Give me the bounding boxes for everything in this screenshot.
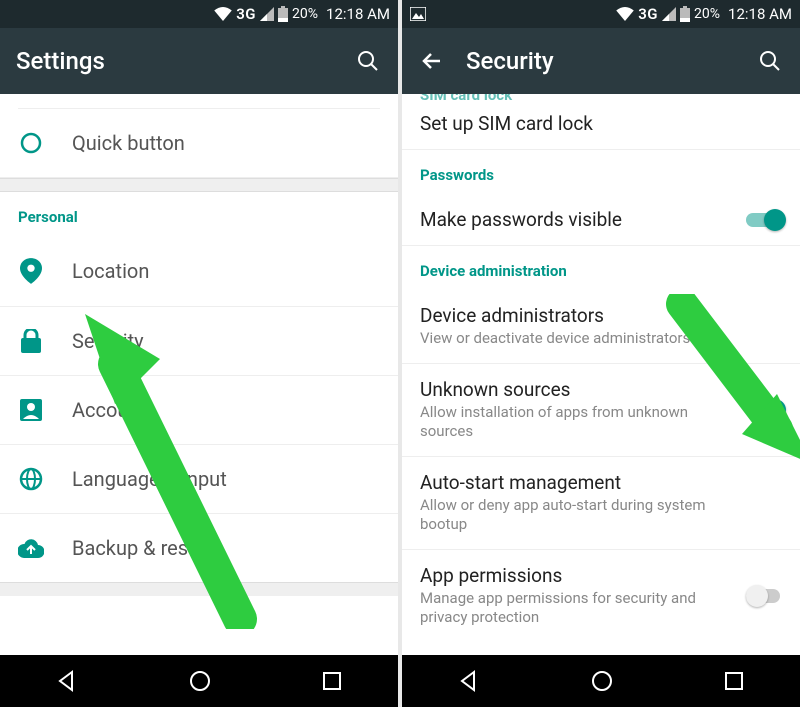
toggle-passwords-visible[interactable] xyxy=(746,209,786,231)
lock-icon xyxy=(18,329,44,353)
picture-icon xyxy=(410,7,426,21)
row-sim-setup[interactable]: Set up SIM card lock xyxy=(402,94,800,150)
search-icon[interactable] xyxy=(354,47,382,75)
quick-button-icon xyxy=(18,131,44,155)
row-label: Language & input xyxy=(72,467,227,491)
battery-icon xyxy=(680,6,690,22)
row-subtitle: Allow installation of apps from unknown … xyxy=(420,403,782,442)
row-title: Set up SIM card lock xyxy=(420,112,782,135)
status-bar: 3G 20% 12:18 AM xyxy=(402,0,800,28)
row-title: Auto-start management xyxy=(420,471,782,494)
row-subtitle: View or deactivate device administrators xyxy=(420,329,782,349)
network-type: 3G xyxy=(638,5,658,23)
row-label: Accounts xyxy=(72,398,156,422)
battery-icon xyxy=(278,6,288,22)
row-security[interactable]: Security xyxy=(0,307,398,376)
back-nav-icon[interactable] xyxy=(56,670,78,692)
row-label: Quick button xyxy=(72,131,185,155)
status-bar: 3G 20% 12:18 AM xyxy=(0,0,398,28)
app-bar: Settings xyxy=(0,28,398,94)
settings-list[interactable]: Quick button Personal Location Security … xyxy=(0,94,398,655)
page-title: Settings xyxy=(16,47,334,75)
security-list[interactable]: SIM card lock Set up SIM card lock Passw… xyxy=(402,94,800,655)
clock: 12:18 AM xyxy=(728,5,792,23)
recent-nav-icon[interactable] xyxy=(322,671,342,691)
search-icon[interactable] xyxy=(756,47,784,75)
recent-nav-icon[interactable] xyxy=(724,671,744,691)
back-icon[interactable] xyxy=(418,47,446,75)
row-subtitle: Allow or deny app auto-start during syst… xyxy=(420,496,782,535)
signal-icon xyxy=(260,7,274,21)
row-device-admins[interactable]: Device administrators View or deactivate… xyxy=(402,290,800,364)
row-app-permissions[interactable]: App permissions Manage app permissions f… xyxy=(402,550,800,642)
row-backup[interactable]: Backup & reset xyxy=(0,514,398,582)
row-title: Device administrators xyxy=(420,304,782,327)
accounts-icon xyxy=(18,399,44,421)
row-quick-button[interactable]: Quick button xyxy=(0,109,398,178)
row-unknown-sources[interactable]: Unknown sources Allow installation of ap… xyxy=(402,364,800,457)
row-label: Backup & reset xyxy=(72,536,205,560)
security-screen: 3G 20% 12:18 AM Security SIM card lock S… xyxy=(402,0,800,707)
section-passwords: Passwords xyxy=(402,150,800,194)
nav-bar xyxy=(402,655,800,707)
home-nav-icon[interactable] xyxy=(189,670,211,692)
signal-icon xyxy=(662,7,676,21)
home-nav-icon[interactable] xyxy=(591,670,613,692)
globe-icon xyxy=(18,467,44,491)
section-personal: Personal xyxy=(0,192,398,236)
page-title: Security xyxy=(466,47,736,75)
clock: 12:18 AM xyxy=(326,5,390,23)
backup-icon xyxy=(18,538,44,558)
network-type: 3G xyxy=(236,5,256,23)
location-icon xyxy=(18,258,44,284)
wifi-icon xyxy=(616,7,634,21)
section-device-admin: Device administration xyxy=(402,246,800,290)
row-passwords-visible[interactable]: Make passwords visible xyxy=(402,194,800,246)
row-language[interactable]: Language & input xyxy=(0,445,398,514)
row-title: Make passwords visible xyxy=(420,208,782,231)
row-accounts[interactable]: Accounts xyxy=(0,376,398,445)
settings-screen: 3G 20% 12:18 AM Settings Quick button Pe… xyxy=(0,0,398,707)
toggle-unknown-sources[interactable] xyxy=(746,399,786,421)
toggle-app-permissions[interactable] xyxy=(746,585,786,607)
battery-percent: 20% xyxy=(694,6,720,22)
wifi-icon xyxy=(214,7,232,21)
row-title: Unknown sources xyxy=(420,378,782,401)
row-location[interactable]: Location xyxy=(0,236,398,307)
row-subtitle: Manage app permissions for security and … xyxy=(420,589,782,628)
battery-percent: 20% xyxy=(292,6,318,22)
row-title: App permissions xyxy=(420,564,782,587)
row-autostart[interactable]: Auto-start management Allow or deny app … xyxy=(402,457,800,550)
back-nav-icon[interactable] xyxy=(458,670,480,692)
row-label: Security xyxy=(72,329,144,353)
app-bar: Security xyxy=(402,28,800,94)
nav-bar xyxy=(0,655,398,707)
row-label: Location xyxy=(72,259,149,283)
